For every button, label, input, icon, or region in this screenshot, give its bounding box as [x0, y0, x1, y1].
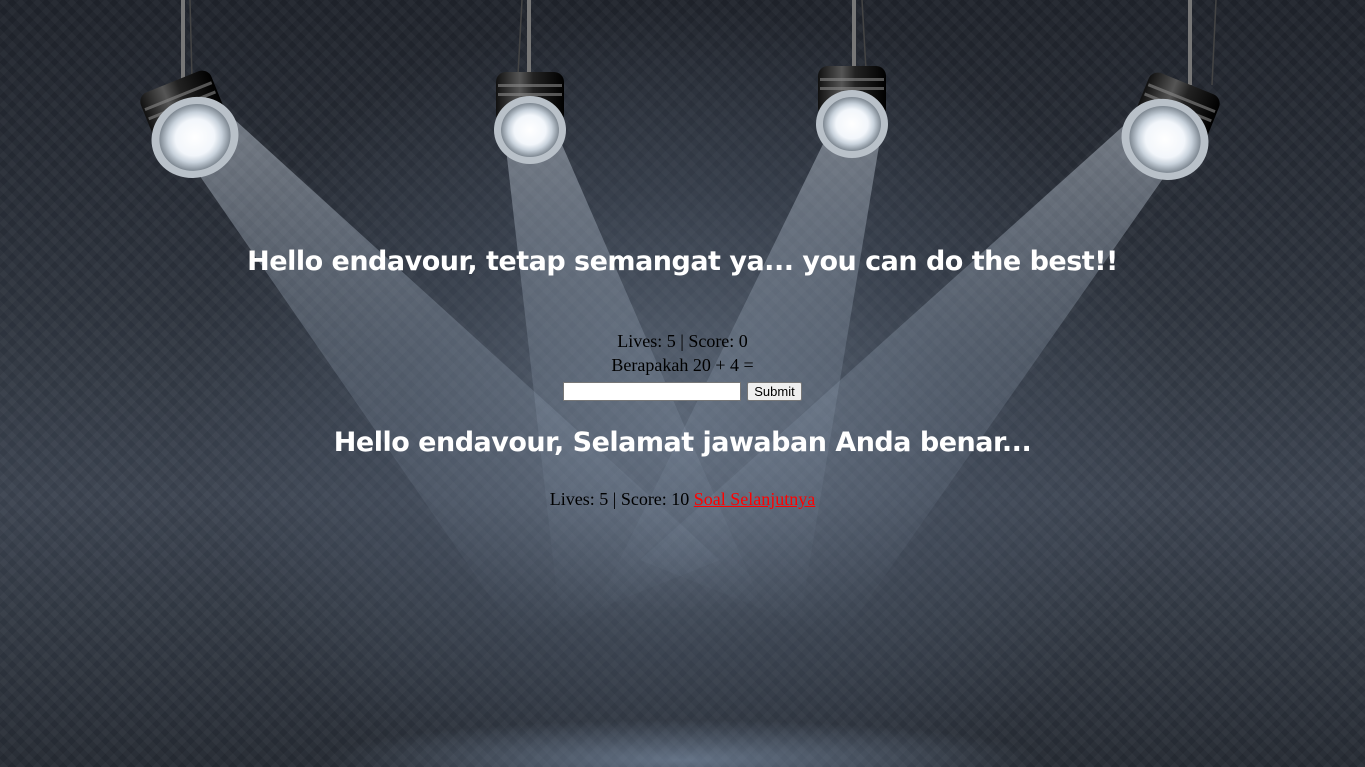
answer-input[interactable] — [563, 382, 742, 401]
light-beam-4 — [640, 120, 1190, 640]
score-label: Score: — [620, 489, 667, 509]
lives-label: Lives: — [549, 489, 595, 509]
light-beam-2 — [505, 140, 760, 620]
result-status-line: Lives: 5 | Score: 10 Soal Selanjutnya — [0, 489, 1365, 510]
status-line: Lives: 5 | Score: 0 — [0, 331, 1365, 352]
spotlight-icon — [494, 0, 566, 164]
light-beam-1 — [175, 120, 720, 640]
separator: | — [612, 489, 617, 509]
score-value: 0 — [738, 331, 748, 351]
stage-background: Hello endavour, tetap semangat ya... you… — [0, 0, 1365, 767]
score-value: 10 — [671, 489, 690, 509]
lives-value: 5 — [599, 489, 609, 509]
separator: | — [680, 331, 684, 351]
spotlight-icon — [1121, 0, 1220, 181]
spotlight-icon — [816, 0, 888, 158]
spotlight-icon — [140, 0, 239, 179]
light-beam-3 — [600, 140, 880, 620]
floor-glow — [322, 720, 1042, 767]
submit-button[interactable]: Submit — [747, 382, 802, 401]
lives-value: 5 — [666, 331, 676, 351]
lives-label: Lives: — [617, 331, 663, 351]
result-heading: Hello endavour, Selamat jawaban Anda ben… — [333, 427, 1032, 458]
score-label: Score: — [688, 331, 735, 351]
next-question-link[interactable]: Soal Selanjutnya — [694, 489, 815, 509]
greeting-heading: Hello endavour, tetap semangat ya... you… — [247, 246, 1118, 277]
answer-form: Submit — [0, 382, 1365, 401]
question-text: Berapakah 20 + 4 = — [611, 355, 754, 375]
